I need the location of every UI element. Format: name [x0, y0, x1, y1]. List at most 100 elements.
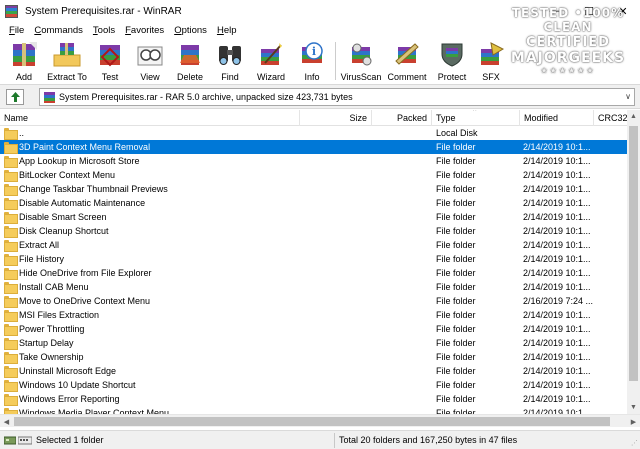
file-name-cell: Change Taskbar Thumbnail Previews — [4, 182, 340, 196]
vertical-scroll-thumb[interactable] — [629, 126, 638, 381]
file-type: File folder — [436, 142, 476, 152]
menu-commands[interactable]: Commands — [29, 25, 88, 36]
address-dropdown-icon[interactable]: ∨ — [625, 92, 631, 101]
menu-file[interactable]: File — [4, 25, 29, 36]
file-modified: 2/14/2019 10:1... — [523, 226, 591, 236]
status-bar: Selected 1 folder Total 20 folders and 1… — [0, 430, 640, 449]
maximize-button[interactable]: ☐ — [572, 0, 606, 22]
test-button[interactable]: Test — [90, 38, 130, 84]
view-button[interactable]: View — [130, 38, 170, 84]
table-row[interactable]: Power Throttling File folder 2/14/2019 10:… — [0, 322, 627, 336]
table-row[interactable]: Windows 10 Update Shortcut File folder 2/1… — [0, 378, 627, 392]
file-name: Windows Error Reporting — [19, 394, 120, 404]
table-row[interactable]: Install CAB Menu File folder 2/14/2019 10:… — [0, 280, 627, 294]
file-type: File folder — [436, 240, 476, 250]
file-name-cell: Hide OneDrive from File Explorer — [4, 266, 340, 280]
folder-icon — [4, 170, 18, 182]
folder-icon — [4, 142, 18, 154]
extract-to-button[interactable]: Extract To — [44, 38, 90, 84]
table-row[interactable]: Windows Error Reporting File folder 2/14/2… — [0, 392, 627, 406]
comment-button[interactable]: Comment — [383, 38, 431, 84]
vertical-scrollbar[interactable]: ▲ ▼ — [627, 110, 640, 414]
horizontal-scrollbar[interactable]: ◀ ▶ — [0, 414, 640, 427]
toolbar: Add Extract To Test View Delete Find Wiz… — [0, 38, 640, 84]
table-row[interactable]: Startup Delay File folder 2/14/2019 10:1..… — [0, 336, 627, 350]
table-row[interactable]: Change Taskbar Thumbnail Previews File fo… — [0, 182, 627, 196]
folder-icon — [4, 352, 18, 364]
table-row[interactable]: .. Local Disk — [0, 126, 627, 140]
delete-button[interactable]: Delete — [170, 38, 210, 84]
file-name-cell: Disable Smart Screen — [4, 210, 340, 224]
table-row[interactable]: Disk Cleanup Shortcut File folder 2/14/201… — [0, 224, 627, 238]
wizard-button[interactable]: Wizard — [250, 38, 292, 84]
close-button[interactable]: ✕ — [606, 0, 640, 22]
find-button[interactable]: Find — [210, 38, 250, 84]
window-title: System Prerequisites.rar - WinRAR — [25, 5, 182, 17]
menu-help[interactable]: Help — [212, 25, 242, 36]
file-name-cell: Take Ownership — [4, 350, 340, 364]
table-row[interactable]: Uninstall Microsoft Edge File folder 2/14/… — [0, 364, 627, 378]
up-arrow-icon — [10, 92, 20, 102]
table-row[interactable]: BitLocker Context Menu File folder 2/14/20… — [0, 168, 627, 182]
table-row[interactable]: Take Ownership File folder 2/14/2019 10:1.… — [0, 350, 627, 364]
svg-text:i: i — [312, 45, 316, 58]
file-name: Disable Automatic Maintenance — [19, 198, 146, 208]
table-row[interactable]: Hide OneDrive from File Explorer File fol… — [0, 266, 627, 280]
comment-icon — [392, 40, 422, 68]
horizontal-scroll-thumb[interactable] — [14, 417, 610, 426]
up-folder-button[interactable] — [6, 89, 24, 105]
winrar-app-icon — [5, 4, 18, 18]
menu-tools[interactable]: Tools — [88, 25, 120, 36]
folder-icon — [4, 212, 18, 224]
file-modified: 2/14/2019 10:1... — [523, 198, 591, 208]
file-name: Extract All — [19, 240, 60, 250]
table-row[interactable]: 3D Paint Context Menu Removal File folder… — [0, 140, 627, 154]
key-icon[interactable] — [18, 435, 32, 445]
column-modified[interactable]: Modified — [520, 110, 594, 126]
address-field[interactable]: System Prerequisites.rar - RAR 5.0 archi… — [39, 88, 635, 106]
table-row[interactable]: App Lookup in Microsoft Store File folder… — [0, 154, 627, 168]
folder-icon — [4, 184, 18, 196]
protect-button[interactable]: Protect — [431, 38, 473, 84]
column-name[interactable]: Name — [0, 110, 300, 126]
table-row[interactable]: MSI Files Extraction File folder 2/14/2019… — [0, 308, 627, 322]
menu-options[interactable]: Options — [169, 25, 212, 36]
file-name-cell: Move to OneDrive Context Menu — [4, 294, 340, 308]
file-name: File History — [19, 254, 65, 264]
menu-favorites[interactable]: Favorites — [120, 25, 169, 36]
table-row[interactable]: Disable Smart Screen File folder 2/14/2019… — [0, 210, 627, 224]
folder-icon — [4, 394, 18, 406]
info-button[interactable]: i Info — [292, 38, 332, 84]
file-rows: .. Local Disk 3D Paint Context Menu Remova… — [0, 126, 627, 414]
folder-icon — [4, 366, 18, 378]
resize-grip-icon[interactable]: ⋰ — [631, 439, 638, 447]
file-type: File folder — [436, 226, 476, 236]
table-row[interactable]: Disable Automatic Maintenance File folder… — [0, 196, 627, 210]
scroll-right-icon[interactable]: ▶ — [627, 415, 640, 428]
file-modified: 2/14/2019 10:1... — [523, 268, 591, 278]
table-row[interactable]: Extract All File folder 2/14/2019 10:1... — [0, 238, 627, 252]
column-packed[interactable]: Packed — [372, 110, 432, 126]
file-type: File folder — [436, 254, 476, 264]
scroll-down-icon[interactable]: ▼ — [627, 401, 640, 414]
folder-icon — [4, 338, 18, 350]
scroll-left-icon[interactable]: ◀ — [0, 415, 13, 428]
table-row[interactable]: Windows Media Player Context Menu File fo… — [0, 406, 627, 414]
table-row[interactable]: Move to OneDrive Context Menu File folder… — [0, 294, 627, 308]
file-modified: 2/14/2019 10:1... — [523, 282, 591, 292]
scroll-up-icon[interactable]: ▲ — [627, 110, 640, 123]
folder-icon — [4, 282, 18, 294]
add-button[interactable]: Add — [4, 38, 44, 84]
file-name: Install CAB Menu — [19, 282, 89, 292]
file-name-cell: Disable Automatic Maintenance — [4, 196, 340, 210]
file-name: Hide OneDrive from File Explorer — [19, 268, 152, 278]
file-type: File folder — [436, 198, 476, 208]
virus-scan-button[interactable]: VirusScan — [339, 38, 383, 84]
drive-icon[interactable] — [4, 435, 16, 445]
sfx-button[interactable]: SFX — [473, 38, 509, 84]
table-row[interactable]: File History File folder 2/14/2019 10:1... — [0, 252, 627, 266]
file-type: File folder — [436, 184, 476, 194]
column-crc32[interactable]: CRC32 — [594, 110, 627, 126]
minimize-button[interactable]: — — [538, 0, 572, 22]
column-size[interactable]: Size — [300, 110, 372, 126]
